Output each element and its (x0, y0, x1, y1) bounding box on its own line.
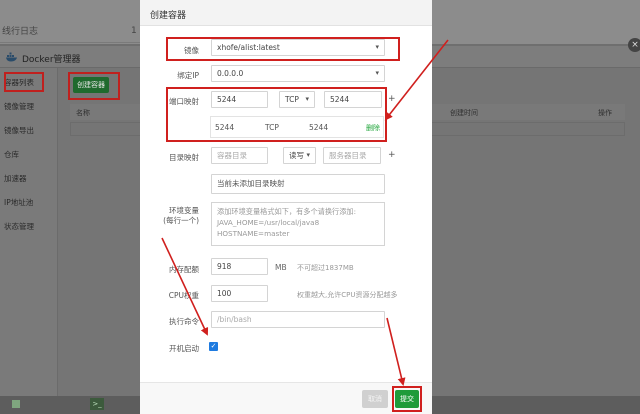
image-select[interactable]: xhofe/alist:latest ▾ (211, 39, 385, 56)
permission-value: 读写 (289, 151, 304, 160)
command-input[interactable]: /bin/bash (211, 311, 385, 328)
container-port-input[interactable]: 5244 (211, 91, 268, 108)
dialog-footer (140, 382, 432, 414)
memory-unit: MB (275, 263, 287, 272)
docker-logo-icon (6, 52, 17, 62)
image-label: 镜像 (184, 46, 199, 55)
docker-manager-title: Docker管理器 (22, 55, 81, 65)
chevron-down-icon: ▾ (375, 43, 379, 51)
container-dir-input[interactable]: 容器目录 (211, 147, 268, 164)
sidebar-item-status[interactable]: 状态管理 (4, 221, 56, 232)
annotation-box (392, 386, 422, 412)
env-textarea[interactable]: 添加环境变量格式如下，有多个请换行添加: JAVA_HOME=/usr/loca… (211, 202, 385, 246)
permission-select[interactable]: 读写 ▾ (283, 147, 316, 164)
add-port-icon[interactable]: + (388, 94, 396, 104)
add-dir-icon[interactable]: + (388, 150, 396, 160)
bind-ip-label: 绑定IP (177, 71, 199, 80)
dir-map-label: 目录映射 (169, 153, 199, 162)
column-created-header: 创建时间 (450, 109, 478, 117)
protocol-select[interactable]: TCP ▾ (279, 91, 315, 108)
port-row-container-port: 5244 (215, 123, 235, 132)
port-row-host-port: 5244 (309, 123, 329, 132)
sidebar-item-image-export[interactable]: 镜像导出 (4, 125, 56, 136)
divider (0, 42, 140, 43)
sidebar (0, 68, 58, 414)
image-value: xhofe/alist:latest (217, 43, 280, 52)
env-placeholder-line: 添加环境变量格式如下，有多个请换行添加: (217, 207, 356, 216)
env-label-hint: (每行一个) (163, 216, 199, 225)
chevron-down-icon: ▾ (305, 95, 309, 103)
host-dir-input[interactable]: 服务器目录 (323, 147, 381, 164)
sidebar-item-registry[interactable]: 仓库 (4, 149, 56, 160)
bind-ip-select[interactable]: 0.0.0.0 ▾ (211, 65, 385, 82)
column-name-header: 名称 (76, 109, 90, 117)
host-port-input[interactable]: 5244 (324, 91, 382, 108)
dir-map-list: 当前未添加目录映射 (211, 174, 385, 194)
memory-hint: 不可超过1837MB (297, 264, 354, 272)
cpu-hint: 权重越大,允许CPU资源分配越多 (297, 291, 398, 299)
dialog-title: 创建容器 (150, 11, 187, 21)
app-icon (12, 400, 20, 408)
autostart-checkbox[interactable]: ✓ (209, 342, 218, 351)
sidebar-item-images[interactable]: 镜像管理 (4, 101, 56, 112)
sidebar-item-accelerator[interactable]: 加速器 (4, 173, 56, 184)
protocol-value: TCP (285, 95, 299, 104)
annotation-box (68, 72, 120, 100)
close-icon[interactable]: × (628, 38, 640, 52)
bind-ip-value: 0.0.0.0 (217, 69, 244, 78)
sidebar-item-ip-pool[interactable]: IP地址池 (4, 197, 56, 208)
annotation-box (4, 72, 44, 92)
autostart-label: 开机启动 (169, 344, 199, 353)
port-row (210, 116, 384, 138)
chevron-down-icon: ▾ (306, 151, 310, 159)
cpu-input[interactable]: 100 (211, 285, 268, 302)
cpu-label: CPU权重 (168, 291, 199, 300)
memory-label: 内存配额 (169, 265, 199, 274)
terminal-icon[interactable]: >_ (90, 398, 104, 410)
delete-port-link[interactable]: 删除 (366, 123, 380, 133)
env-placeholder-line: JAVA_HOME=/usr/local/java8 (217, 218, 320, 227)
port-row-protocol: TCP (265, 123, 279, 132)
port-map-label: 端口映射 (169, 97, 199, 106)
background-number: 1 (131, 26, 137, 36)
chevron-down-icon: ▾ (375, 69, 379, 77)
column-actions-header: 操作 (598, 109, 612, 117)
background-log-label: 线行日志 (2, 27, 39, 37)
command-label: 执行命令 (169, 317, 199, 326)
env-placeholder-line: HOSTNAME=master (217, 229, 290, 238)
memory-input[interactable]: 918 (211, 258, 268, 275)
cancel-button[interactable]: 取消 (362, 390, 388, 408)
